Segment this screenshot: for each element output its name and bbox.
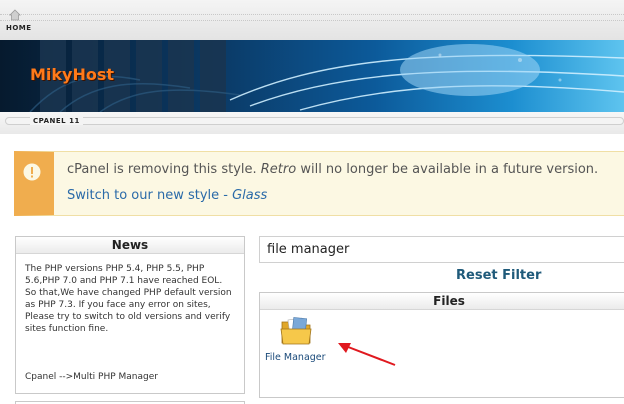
search-input[interactable]: file manager — [259, 236, 624, 263]
cpanel-strip-rail — [5, 117, 624, 125]
style-deprecation-alert — [14, 151, 624, 216]
folder-icon[interactable] — [280, 316, 313, 346]
annotation-arrow-icon — [338, 343, 396, 366]
home-icon[interactable] — [9, 9, 21, 21]
alert-message-prefix: cPanel is removing this style. — [67, 162, 261, 177]
switch-style-link-name[interactable]: Glass — [232, 188, 267, 203]
news-panel: News The PHP versions PHP 5.4, PHP 5.5, … — [15, 236, 245, 394]
alert-style-name: Retro — [260, 162, 297, 177]
brand-logo: MikyHost — [30, 65, 115, 84]
cpanel-version-label: CPANEL 11 — [30, 117, 83, 125]
top-nav-bar: HOME — [0, 0, 624, 40]
alert-message: cPanel is removing this style. Retro wil… — [67, 162, 598, 177]
alert-message-suffix: will no longer be available in a future … — [296, 162, 599, 177]
news-footer: Cpanel -->Multi PHP Manager — [25, 372, 158, 382]
news-body: The PHP versions PHP 5.4, PHP 5.5, PHP 5… — [25, 264, 232, 334]
home-link[interactable]: HOME — [6, 24, 32, 32]
file-manager-label[interactable]: File Manager — [265, 352, 326, 363]
cpanel-version-strip: CPANEL 11 — [0, 112, 624, 134]
reset-filter-link[interactable]: Reset Filter — [456, 268, 541, 283]
header-banner: MikyHost — [0, 40, 624, 112]
switch-style-link-text[interactable]: Switch to our new style - — [67, 188, 232, 203]
files-title: Files — [260, 293, 624, 310]
exclamation-icon — [23, 163, 41, 181]
file-manager-item[interactable]: File Manager — [264, 312, 334, 367]
top-nav-rail — [0, 14, 624, 21]
news-title: News — [16, 237, 244, 254]
switch-style-link[interactable]: Switch to our new style - Glass — [67, 188, 267, 203]
cpanel-page: HOME MikyHost CPANEL 11 cPanel is removi… — [0, 0, 624, 404]
